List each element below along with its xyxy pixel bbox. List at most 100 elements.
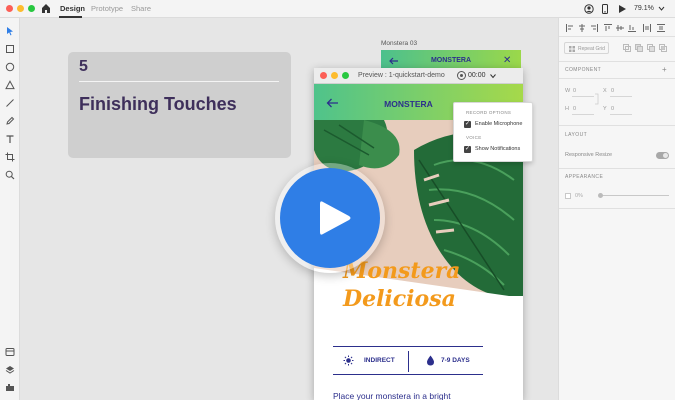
layers-icon[interactable] [5, 365, 15, 375]
intersect-icon[interactable] [659, 44, 667, 52]
app-titlebar: Design Prototype Share 79.1% [0, 0, 675, 18]
chapter-title: Finishing Touches [79, 94, 237, 114]
height-field[interactable]: 0 [573, 106, 576, 112]
preview-minimize-button[interactable] [331, 72, 338, 79]
align-left-icon[interactable] [566, 24, 574, 32]
opacity-field[interactable]: 0% [575, 193, 583, 199]
grid-icon [569, 46, 575, 52]
tab-share[interactable]: Share [131, 4, 151, 13]
maximize-window-button[interactable] [28, 5, 35, 12]
divider [408, 351, 409, 372]
enable-microphone-label: Enable Microphone [475, 121, 523, 127]
video-play-button[interactable] [275, 163, 385, 273]
home-icon[interactable] [41, 3, 51, 14]
assets-icon[interactable] [5, 347, 15, 357]
align-center-icon[interactable] [578, 24, 586, 32]
align-middle-icon[interactable] [616, 24, 624, 32]
polygon-tool-icon[interactable] [5, 80, 15, 90]
group-icon[interactable] [623, 44, 631, 52]
mobile-preview-icon[interactable] [600, 4, 610, 14]
responsive-resize-label: Responsive Resize [565, 152, 613, 158]
rectangle-tool-icon[interactable] [5, 44, 15, 54]
divider [559, 125, 675, 126]
preview-maximize-button[interactable] [342, 72, 349, 79]
plugins-icon[interactable] [5, 382, 15, 392]
chapter-title-card: 5 Finishing Touches [68, 52, 291, 158]
x-field-underline [610, 96, 632, 97]
artboard-tool-icon[interactable] [5, 152, 15, 162]
ellipse-tool-icon[interactable] [5, 62, 15, 72]
sun-icon [343, 355, 354, 366]
x-label: X [603, 88, 607, 94]
chapter-number: 5 [79, 58, 88, 75]
y-field[interactable]: 0 [611, 106, 614, 112]
align-right-icon[interactable] [590, 24, 598, 32]
tab-prototype[interactable]: Prototype [91, 4, 123, 13]
lock-aspect-icon[interactable] [595, 93, 601, 105]
preview-close-button[interactable] [320, 72, 327, 79]
repeat-grid-label: Repeat Grid [578, 46, 605, 52]
divider [559, 36, 675, 37]
record-timer: 00:00 [468, 72, 486, 79]
zoom-tool-icon[interactable] [5, 170, 15, 180]
divider [559, 208, 675, 209]
pen-tool-icon[interactable] [5, 116, 15, 126]
plant-name: Monstera Deliciosa [343, 257, 460, 313]
opacity-slider[interactable] [598, 193, 669, 198]
preview-title: Preview : 1-quickstart-demo [358, 72, 445, 79]
play-icon[interactable] [617, 4, 627, 14]
close-window-button[interactable] [6, 5, 13, 12]
layout-heading: LAYOUT [565, 132, 588, 138]
distribute-horizontal-icon[interactable] [643, 24, 651, 32]
record-options-menu: RECORD OPTIONS ✓ Enable Microphone VOICE… [453, 102, 533, 162]
voice-heading: VOICE [466, 135, 482, 140]
align-top-icon[interactable] [604, 24, 612, 32]
appearance-checkbox[interactable] [565, 193, 571, 199]
height-label: H [565, 106, 569, 112]
divider [559, 78, 675, 79]
x-field[interactable]: 0 [611, 88, 614, 94]
y-label: Y [603, 106, 607, 112]
show-notifications-label: Show Notifications [475, 146, 521, 152]
close-icon: ✕ [503, 55, 512, 66]
checkbox[interactable]: ✓ [464, 146, 471, 153]
property-inspector: Repeat Grid COMPONENT + W 0 X 0 H 0 Y 0 … [558, 18, 675, 400]
repeat-grid-button[interactable]: Repeat Grid [564, 42, 609, 54]
line-tool-icon[interactable] [5, 98, 15, 108]
divider [559, 168, 675, 169]
water-drop-icon [427, 355, 434, 366]
checkbox[interactable]: ✓ [464, 121, 471, 128]
record-icon[interactable] [457, 71, 466, 80]
union-icon[interactable] [635, 44, 643, 52]
divider [79, 81, 279, 82]
plant-name-line-2: Deliciosa [343, 286, 456, 312]
artboard-label[interactable]: Monstera 03 [381, 40, 417, 47]
record-options-heading: RECORD OPTIONS [466, 110, 512, 115]
preview-titlebar[interactable]: Preview : 1-quickstart-demo 00:00 [314, 68, 523, 84]
tab-design[interactable]: Design [60, 4, 85, 13]
component-heading: COMPONENT [565, 67, 602, 73]
select-tool-icon[interactable] [5, 26, 15, 36]
width-field[interactable]: 0 [573, 88, 576, 94]
water-frequency: 7-9 DAYS [441, 357, 470, 364]
tools-toolbar [0, 18, 20, 400]
text-tool-icon[interactable] [5, 134, 15, 144]
chevron-down-icon[interactable] [490, 73, 496, 79]
design-canvas[interactable]: 5 Finishing Touches Monstera 03 MONSTERA… [20, 18, 558, 400]
responsive-resize-toggle[interactable] [656, 152, 669, 159]
minimize-window-button[interactable] [17, 5, 24, 12]
care-description: Place your monstera in a bright [333, 391, 451, 400]
distribute-vertical-icon[interactable] [657, 24, 665, 32]
appearance-heading: APPEARANCE [565, 174, 604, 180]
y-field-underline [610, 114, 632, 115]
play-button-circle[interactable] [280, 168, 380, 268]
height-field-underline [572, 114, 594, 115]
align-bottom-icon[interactable] [628, 24, 636, 32]
artboard-header-title: MONSTERA [430, 57, 472, 64]
zoom-level[interactable]: 79.1% [634, 5, 654, 12]
subtract-icon[interactable] [647, 44, 655, 52]
user-icon[interactable] [584, 4, 594, 14]
chevron-down-icon[interactable] [658, 5, 665, 12]
add-component-button[interactable]: + [662, 65, 667, 74]
light-requirement: INDIRECT [364, 357, 395, 364]
